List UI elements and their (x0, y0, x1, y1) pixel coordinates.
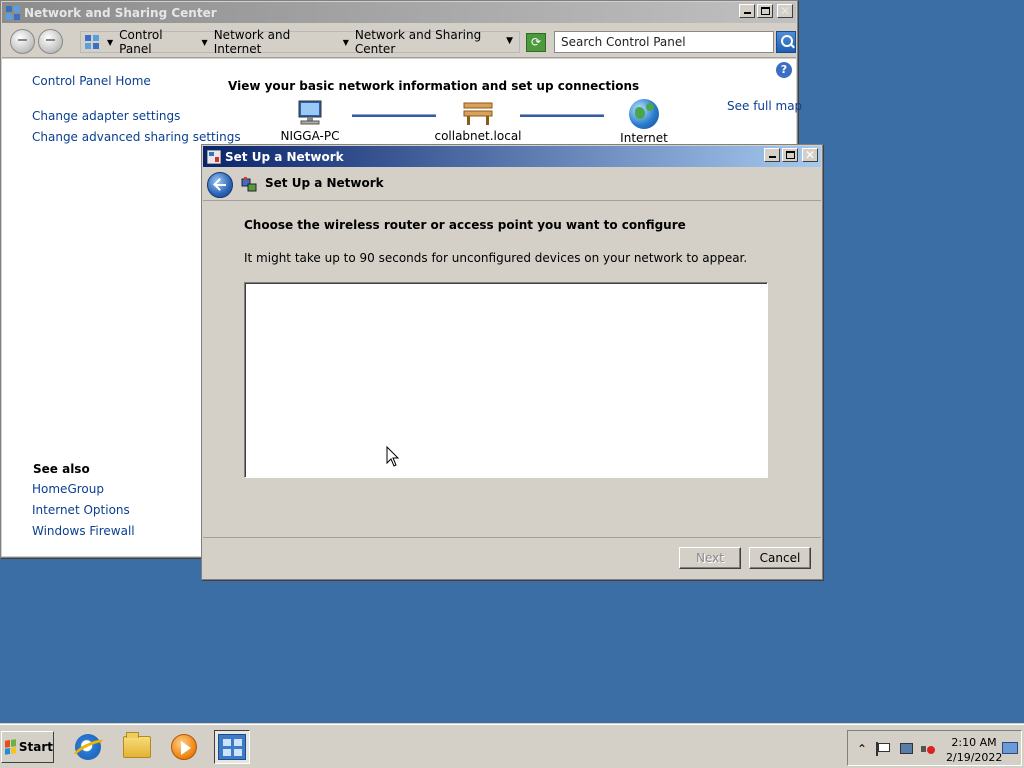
network-setup-icon (241, 176, 257, 192)
chevron-down-icon[interactable]: ▼ (107, 38, 113, 47)
show-hidden-icons-icon[interactable]: ⌃ (854, 742, 870, 756)
control-panel-icon (85, 35, 99, 49)
homegroup-link[interactable]: HomeGroup (32, 482, 104, 496)
control-panel-icon (6, 5, 20, 20)
computer-icon (295, 99, 325, 127)
instruction-heading: Choose the wireless router or access poi… (244, 218, 686, 232)
title-bar[interactable]: Set Up a Network ✕ (203, 146, 821, 167)
page-title: View your basic network information and … (228, 79, 640, 93)
device-list[interactable] (244, 282, 768, 478)
search-icon[interactable] (776, 31, 796, 53)
bench-network-icon (462, 99, 494, 127)
wizard-content: Choose the wireless router or access poi… (203, 202, 821, 538)
map-node-internet[interactable]: Internet (599, 99, 689, 145)
window-title: Network and Sharing Center (24, 5, 217, 20)
network-center-taskbar-button[interactable] (214, 730, 250, 764)
see-full-map-link[interactable]: See full map (727, 99, 802, 113)
instruction-note: It might take up to 90 seconds for uncon… (244, 251, 748, 265)
taskbar: Start ⌃ 2:10 AM 2/19/2022 (0, 724, 1024, 768)
maximize-button[interactable] (757, 4, 773, 18)
internet-explorer-icon (75, 734, 101, 760)
breadcrumb-network-and-internet[interactable]: Network and Internet (214, 28, 337, 56)
search-input[interactable]: Search Control Panel (554, 31, 774, 53)
show-desktop-icon[interactable] (1002, 742, 1018, 754)
see-also-heading: See also (33, 462, 90, 476)
map-node-label: collabnet.local (434, 129, 522, 143)
minimize-button[interactable] (764, 148, 780, 162)
windows-firewall-link[interactable]: Windows Firewall (32, 524, 135, 538)
volume-muted-icon[interactable] (920, 742, 936, 756)
address-dropdown-icon[interactable]: ▼ (506, 36, 513, 46)
forward-button[interactable] (38, 29, 63, 54)
connection-line (352, 114, 436, 117)
action-center-flag-icon[interactable] (876, 742, 892, 756)
start-button[interactable]: Start (1, 731, 54, 763)
next-button[interactable]: Next (679, 547, 741, 569)
breadcrumb[interactable]: ▼ Control Panel ▼ Network and Internet ▼ Ne… (80, 28, 520, 56)
windows-explorer-button[interactable] (119, 730, 155, 764)
map-node-network[interactable]: collabnet.local (433, 99, 523, 143)
title-bar[interactable]: Network and Sharing Center ✕ (2, 2, 796, 23)
map-node-label: Internet (620, 131, 668, 145)
internet-explorer-button[interactable] (70, 730, 106, 764)
close-button[interactable]: ✕ (777, 4, 793, 18)
wizard-footer: Next Cancel (203, 539, 821, 578)
globe-icon (629, 99, 659, 129)
cancel-button[interactable]: Cancel (749, 547, 811, 569)
folder-icon (123, 732, 151, 758)
window-title: Set Up a Network (225, 149, 344, 164)
close-button[interactable]: ✕ (802, 148, 818, 162)
media-player-icon (171, 734, 197, 760)
map-node-computer[interactable]: NIGGA-PC (265, 99, 355, 143)
start-label: Start (18, 740, 53, 754)
control-panel-home-link[interactable]: Control Panel Home (32, 74, 151, 88)
change-advanced-sharing-link[interactable]: Change advanced sharing settings (32, 130, 241, 144)
minimize-button[interactable] (739, 4, 755, 18)
windows-logo-icon (5, 739, 16, 755)
back-arrow-icon[interactable] (207, 172, 233, 198)
mouse-cursor-icon (386, 446, 400, 467)
change-adapter-settings-link[interactable]: Change adapter settings (32, 109, 180, 123)
clock-date: 2/19/2022 (946, 751, 1003, 764)
network-status-icon[interactable] (898, 742, 914, 756)
address-bar: ▼ Control Panel ▼ Network and Internet ▼ Ne… (2, 24, 796, 58)
clock-time: 2:10 AM (951, 736, 997, 749)
chevron-down-icon[interactable]: ▼ (343, 38, 349, 47)
internet-options-link[interactable]: Internet Options (32, 503, 130, 517)
back-button[interactable] (10, 29, 35, 54)
breadcrumb-control-panel[interactable]: Control Panel (119, 28, 195, 56)
network-setup-icon (206, 149, 222, 164)
setup-network-dialog: Set Up a Network ✕ Set Up a Network Choo… (201, 144, 823, 580)
map-node-label: NIGGA-PC (280, 129, 340, 143)
wizard-header: Set Up a Network (203, 168, 821, 201)
refresh-button[interactable]: ⟳ (526, 33, 546, 52)
help-icon[interactable]: ? (776, 62, 792, 78)
maximize-button[interactable] (782, 148, 798, 162)
clock[interactable]: 2:10 AM 2/19/2022 (946, 735, 1002, 765)
wizard-title: Set Up a Network (265, 176, 384, 190)
connection-line (520, 114, 604, 117)
network-window-icon (218, 734, 246, 760)
notification-area: ⌃ 2:10 AM 2/19/2022 (847, 730, 1022, 766)
breadcrumb-network-sharing-center[interactable]: Network and Sharing Center (355, 28, 519, 56)
chevron-down-icon[interactable]: ▼ (202, 38, 208, 47)
media-player-button[interactable] (166, 730, 202, 764)
